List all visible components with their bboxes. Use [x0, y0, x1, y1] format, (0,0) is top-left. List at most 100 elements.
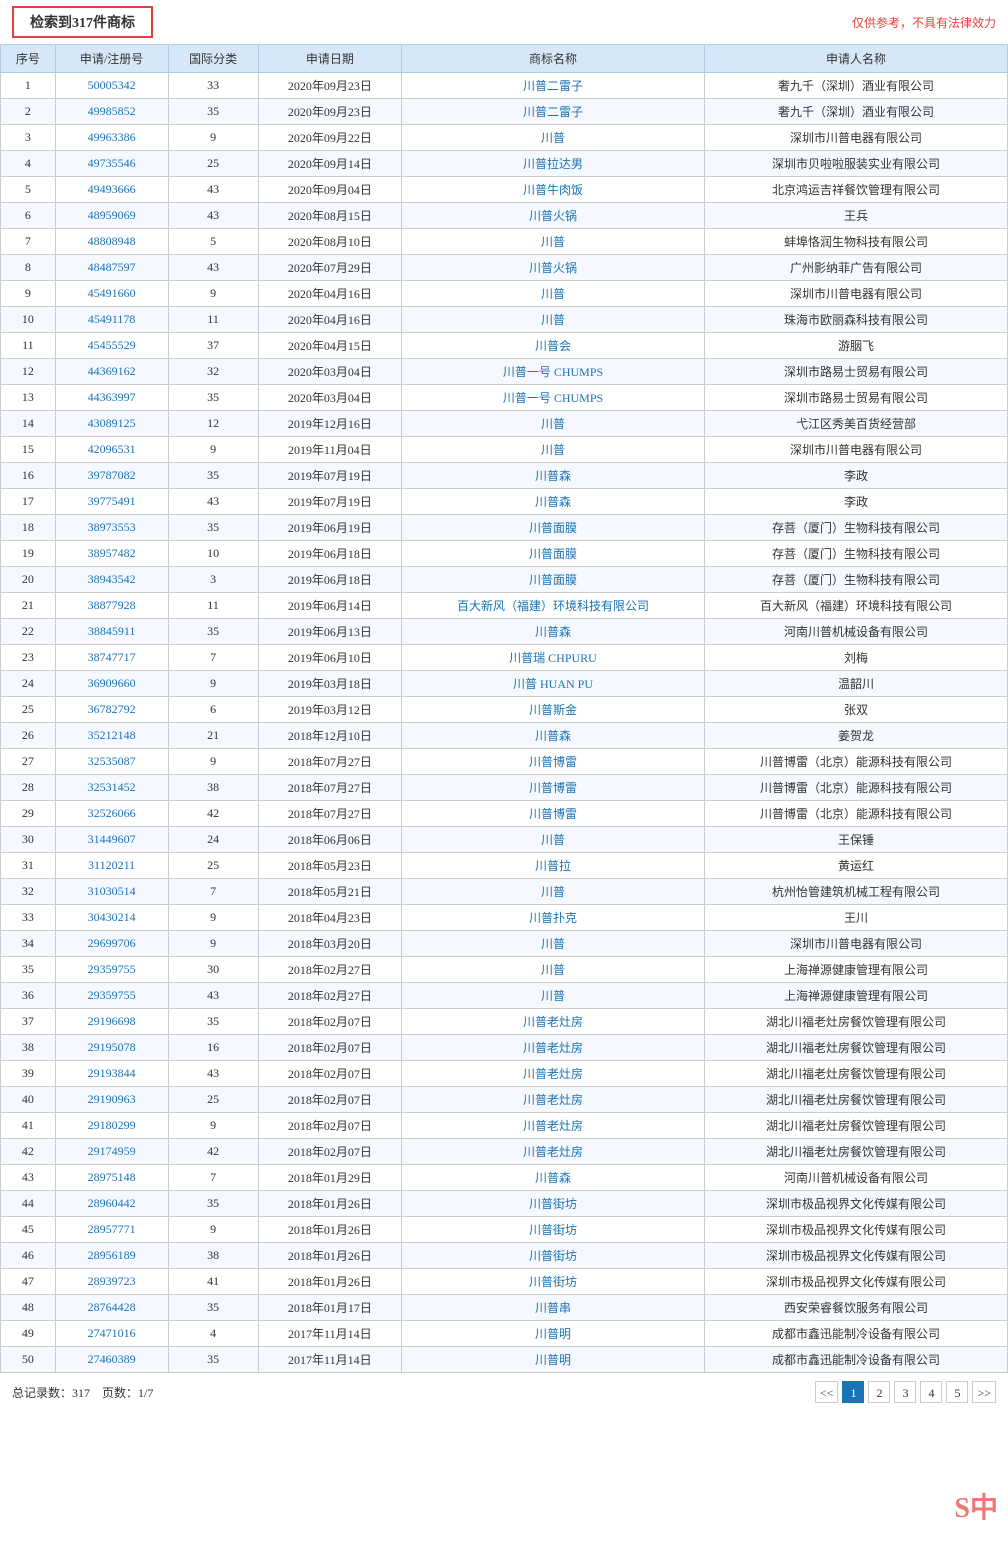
next-page-button[interactable]: >>: [972, 1381, 996, 1403]
app-number-link[interactable]: 28975148: [88, 1170, 136, 1184]
app-number-link[interactable]: 38845911: [55, 619, 168, 645]
app-number-link[interactable]: 32526066: [88, 806, 136, 820]
app-number-link[interactable]: 28939723: [88, 1274, 136, 1288]
app-number-link[interactable]: 45491660: [55, 281, 168, 307]
app-number-link[interactable]: 31120211: [88, 858, 135, 872]
app-number-link[interactable]: 35212148: [88, 728, 136, 742]
app-number-link[interactable]: 38957482: [88, 546, 136, 560]
app-number-link[interactable]: 44369162: [88, 364, 136, 378]
app-number-link[interactable]: 29195078: [55, 1035, 168, 1061]
app-number-link[interactable]: 29359755: [88, 988, 136, 1002]
app-number-link[interactable]: 38747717: [55, 645, 168, 671]
app-number-link[interactable]: 29190963: [88, 1092, 136, 1106]
app-number-link[interactable]: 39787082: [88, 468, 136, 482]
app-number-link[interactable]: 45491178: [55, 307, 168, 333]
app-number-link[interactable]: 45491660: [88, 286, 136, 300]
app-number-link[interactable]: 28960442: [88, 1196, 136, 1210]
app-number-link[interactable]: 31030514: [88, 884, 136, 898]
app-number-link[interactable]: 48487597: [88, 260, 136, 274]
app-number-link[interactable]: 45455529: [88, 338, 136, 352]
app-number-link[interactable]: 49493666: [88, 182, 136, 196]
page-button-1[interactable]: 1: [842, 1381, 864, 1403]
app-number-link[interactable]: 28956189: [88, 1248, 136, 1262]
app-number-link[interactable]: 28956189: [55, 1243, 168, 1269]
app-number-link[interactable]: 30430214: [88, 910, 136, 924]
app-number-link[interactable]: 28764428: [88, 1300, 136, 1314]
app-number-link[interactable]: 38943542: [55, 567, 168, 593]
app-number-link[interactable]: 44363997: [55, 385, 168, 411]
app-number-link[interactable]: 28975148: [55, 1165, 168, 1191]
app-number-link[interactable]: 29359755: [88, 962, 136, 976]
app-number-link[interactable]: 38845911: [88, 624, 136, 638]
app-number-link[interactable]: 48959069: [88, 208, 136, 222]
app-number-link[interactable]: 27471016: [88, 1326, 136, 1340]
app-number-link[interactable]: 44363997: [88, 390, 136, 404]
app-number-link[interactable]: 36782792: [88, 702, 136, 716]
app-number-link[interactable]: 38957482: [55, 541, 168, 567]
app-number-link[interactable]: 45491178: [88, 312, 136, 326]
app-number-link[interactable]: 38747717: [88, 650, 136, 664]
app-number-link[interactable]: 49963386: [88, 130, 136, 144]
app-number-link[interactable]: 36909660: [88, 676, 136, 690]
app-number-link[interactable]: 39787082: [55, 463, 168, 489]
app-number-link[interactable]: 49735546: [55, 151, 168, 177]
app-number-link[interactable]: 48808948: [55, 229, 168, 255]
page-button-4[interactable]: 4: [920, 1381, 942, 1403]
prev-page-button[interactable]: <<: [815, 1381, 839, 1403]
app-number-link[interactable]: 28939723: [55, 1269, 168, 1295]
app-number-link[interactable]: 42096531: [55, 437, 168, 463]
app-number-link[interactable]: 44369162: [55, 359, 168, 385]
app-number-link[interactable]: 49963386: [55, 125, 168, 151]
app-number-link[interactable]: 29196698: [88, 1014, 136, 1028]
app-number-link[interactable]: 49985852: [88, 104, 136, 118]
app-number-link[interactable]: 49985852: [55, 99, 168, 125]
app-number-link[interactable]: 31030514: [55, 879, 168, 905]
app-number-link[interactable]: 28960442: [55, 1191, 168, 1217]
app-number-link[interactable]: 38973553: [88, 520, 136, 534]
app-number-link[interactable]: 29180299: [88, 1118, 136, 1132]
app-number-link[interactable]: 28764428: [55, 1295, 168, 1321]
app-number-link[interactable]: 43089125: [55, 411, 168, 437]
app-number-link[interactable]: 27460389: [55, 1347, 168, 1373]
app-number-link[interactable]: 31449607: [55, 827, 168, 853]
app-number-link[interactable]: 29699706: [55, 931, 168, 957]
page-button-3[interactable]: 3: [894, 1381, 916, 1403]
app-number-link[interactable]: 29359755: [55, 957, 168, 983]
app-number-link[interactable]: 32526066: [55, 801, 168, 827]
app-number-link[interactable]: 32531452: [55, 775, 168, 801]
app-number-link[interactable]: 39775491: [88, 494, 136, 508]
app-number-link[interactable]: 28957771: [88, 1222, 136, 1236]
app-number-link[interactable]: 31449607: [88, 832, 136, 846]
app-number-link[interactable]: 32531452: [88, 780, 136, 794]
app-number-link[interactable]: 29174959: [88, 1144, 136, 1158]
app-number-link[interactable]: 29180299: [55, 1113, 168, 1139]
app-number-link[interactable]: 49493666: [55, 177, 168, 203]
page-button-5[interactable]: 5: [946, 1381, 968, 1403]
app-number-link[interactable]: 31120211: [55, 853, 168, 879]
page-button-2[interactable]: 2: [868, 1381, 890, 1403]
app-number-link[interactable]: 29195078: [88, 1040, 136, 1054]
app-number-link[interactable]: 38973553: [55, 515, 168, 541]
app-number-link[interactable]: 50005342: [88, 78, 136, 92]
app-number-link[interactable]: 27471016: [55, 1321, 168, 1347]
app-number-link[interactable]: 50005342: [55, 73, 168, 99]
app-number-link[interactable]: 45455529: [55, 333, 168, 359]
app-number-link[interactable]: 48959069: [55, 203, 168, 229]
app-number-link[interactable]: 36909660: [55, 671, 168, 697]
app-number-link[interactable]: 27460389: [88, 1352, 136, 1366]
app-number-link[interactable]: 29359755: [55, 983, 168, 1009]
app-number-link[interactable]: 29196698: [55, 1009, 168, 1035]
app-number-link[interactable]: 39775491: [55, 489, 168, 515]
app-number-link[interactable]: 29190963: [55, 1087, 168, 1113]
app-number-link[interactable]: 38943542: [88, 572, 136, 586]
app-number-link[interactable]: 38877928: [88, 598, 136, 612]
app-number-link[interactable]: 42096531: [88, 442, 136, 456]
app-number-link[interactable]: 29193844: [88, 1066, 136, 1080]
app-number-link[interactable]: 29174959: [55, 1139, 168, 1165]
app-number-link[interactable]: 29193844: [55, 1061, 168, 1087]
app-number-link[interactable]: 48487597: [55, 255, 168, 281]
app-number-link[interactable]: 38877928: [55, 593, 168, 619]
app-number-link[interactable]: 35212148: [55, 723, 168, 749]
app-number-link[interactable]: 43089125: [88, 416, 136, 430]
app-number-link[interactable]: 49735546: [88, 156, 136, 170]
